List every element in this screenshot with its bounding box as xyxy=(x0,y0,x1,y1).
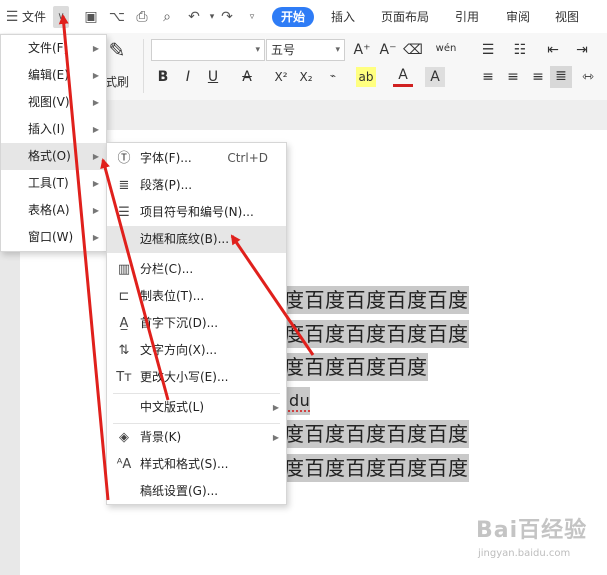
annotation-arrows xyxy=(58,14,315,501)
watermark-brand: Bai百经验 xyxy=(476,518,588,543)
arrow-to-format-item xyxy=(100,158,170,401)
arrow-to-menu-button xyxy=(58,14,110,501)
watermark-url: jingyan.baidu.com xyxy=(478,548,571,559)
baidu-watermark: Bai百经验 jingyan.baidu.com xyxy=(470,508,600,568)
arrow-to-borders-item xyxy=(230,234,315,356)
